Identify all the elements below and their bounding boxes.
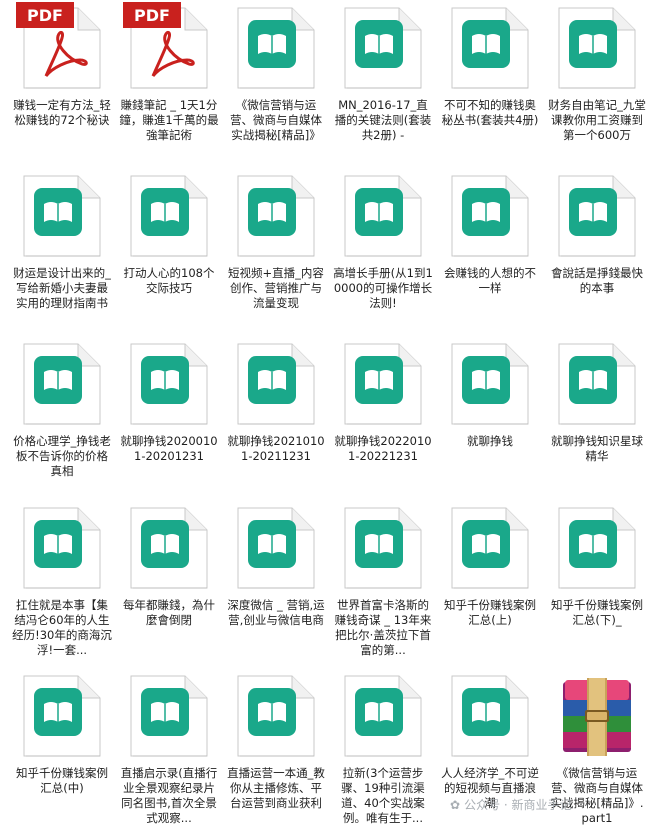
file-name: 知乎千份赚钱案例汇总(上) <box>444 598 536 627</box>
file-item[interactable]: 会赚钱的人想的不一样 <box>436 168 544 336</box>
file-item[interactable]: 不可不知的赚钱奥秘丛书(套装共4册) <box>436 0 544 168</box>
ebook-icon <box>444 502 536 592</box>
ebook-icon <box>444 2 536 92</box>
file-name: 就聊挣钱知识星球精华 <box>551 434 643 463</box>
file-item[interactable]: 就聊挣钱20220101-20221231 <box>329 336 437 504</box>
file-item[interactable]: 就聊挣钱20200101-20201231 <box>115 336 223 504</box>
file-item[interactable]: 世界首富卡洛斯的赚钱奇谋 _ 13年来把比尔·盖茨拉下首富的第... <box>329 500 437 668</box>
ebook-icon <box>551 2 643 92</box>
file-item[interactable]: 直播运营一本通_教你从主播修炼、平台运营到商业获利 <box>222 668 330 836</box>
ebook-icon <box>230 670 322 760</box>
file-item[interactable]: 高增长手册(从1到10000的可操作增长法则! <box>329 168 437 336</box>
file-name: 就聊挣钱20200101-20201231 <box>120 434 218 463</box>
file-item[interactable]: 就聊挣钱20210101-20211231 <box>222 336 330 504</box>
watermark-text: 公众号 · 新商业手记 <box>464 798 572 812</box>
ebook-icon <box>123 338 215 428</box>
file-name: 打动人心的108个交际技巧 <box>123 266 215 295</box>
file-name: 扛住就是本事【集结冯仑60年的人生经历!30年的商海沉浮!一套... <box>12 598 112 657</box>
file-item[interactable]: 就聊挣钱 <box>436 336 544 504</box>
file-name: 每年都賺錢，為什麼會倒閉 <box>123 598 215 627</box>
file-item[interactable]: 短视频+直播_内容创作、营销推广与流量变现 <box>222 168 330 336</box>
file-item[interactable]: 价格心理学_挣钱老板不告诉你的价格真相 <box>8 336 116 504</box>
ebook-icon <box>16 670 108 760</box>
ebook-icon <box>16 502 108 592</box>
ebook-icon <box>444 170 536 260</box>
file-item[interactable]: 财务自由笔记_九堂课教你用工资赚到第一个600万 <box>543 0 649 168</box>
svg-text:PDF: PDF <box>27 6 63 25</box>
file-name: 直播启示录(直播行业全景观察纪录片同名图书,首次全景式观察... <box>120 766 218 825</box>
pdf-icon: PDF <box>16 2 108 92</box>
file-name: 财运是设计出来的_写给新婚小夫妻最实用的理财指南书 <box>13 266 111 310</box>
file-item[interactable]: 打动人心的108个交际技巧 <box>115 168 223 336</box>
file-name: 知乎千份赚钱案例汇总(中) <box>16 766 108 795</box>
file-name: 价格心理学_挣钱老板不告诉你的价格真相 <box>13 434 111 478</box>
ebook-icon <box>230 170 322 260</box>
file-item[interactable]: 知乎千份赚钱案例汇总(下)_ <box>543 500 649 668</box>
file-grid: PDF 赚钱一定有方法_轻松赚钱的72个秘诀 PDF 賺錢筆記 _ 1天1分鐘，賺進1… <box>0 0 649 830</box>
file-name: 就聊挣钱20220101-20221231 <box>334 434 432 463</box>
ebook-icon <box>337 2 429 92</box>
file-name: 不可不知的赚钱奥秘丛书(套装共4册) <box>441 98 539 127</box>
file-item[interactable]: 每年都賺錢，為什麼會倒閉 <box>115 500 223 668</box>
ebook-icon <box>230 338 322 428</box>
file-item[interactable]: PDF 赚钱一定有方法_轻松赚钱的72个秘诀 <box>8 0 116 168</box>
file-item[interactable]: 《微信营销与运营、微商与自媒体实战揭秘[精品]》 <box>222 0 330 168</box>
ebook-icon <box>551 502 643 592</box>
file-item[interactable]: 就聊挣钱知识星球精华 <box>543 336 649 504</box>
ebook-icon <box>123 670 215 760</box>
file-name: 高增长手册(从1到10000的可操作增长法则! <box>333 266 433 310</box>
pdf-icon: PDF <box>123 2 215 92</box>
file-item[interactable]: 知乎千份赚钱案例汇总(中) <box>8 668 116 836</box>
ebook-icon <box>123 170 215 260</box>
file-name: 就聊挣钱 <box>467 434 513 448</box>
file-name: 拉新(3个运营步骤、19种引流渠道、40个实战案例。唯有生于... <box>341 766 425 825</box>
file-name: 世界首富卡洛斯的赚钱奇谋 _ 13年来把比尔·盖茨拉下首富的第... <box>334 598 432 657</box>
file-name: 《微信营销与运营、微商与自媒体实战揭秘[精品]》 <box>230 98 322 142</box>
file-name: 赚钱一定有方法_轻松赚钱的72个秘诀 <box>13 98 111 127</box>
file-name: 短视频+直播_内容创作、营销推广与流量变现 <box>228 266 324 310</box>
file-item[interactable]: 直播启示录(直播行业全景观察纪录片同名图书,首次全景式观察... <box>115 668 223 836</box>
file-name: 賺錢筆記 _ 1天1分鐘，賺進1千萬的最強筆記術 <box>119 98 219 142</box>
ebook-icon <box>337 170 429 260</box>
file-item[interactable]: PDF 賺錢筆記 _ 1天1分鐘，賺進1千萬的最強筆記術 <box>115 0 223 168</box>
file-name: 會說話是掙錢最快的本事 <box>551 266 643 295</box>
ebook-icon <box>123 502 215 592</box>
file-name: 财务自由笔记_九堂课教你用工资赚到第一个600万 <box>548 98 646 142</box>
ebook-icon <box>16 338 108 428</box>
ebook-icon <box>337 502 429 592</box>
file-item[interactable]: 會說話是掙錢最快的本事 <box>543 168 649 336</box>
file-name: 会赚钱的人想的不一样 <box>444 266 536 295</box>
file-item[interactable]: 深度微信 _ 营销,运营,创业与微信电商 <box>222 500 330 668</box>
ebook-icon <box>337 338 429 428</box>
file-item[interactable]: 知乎千份赚钱案例汇总(上) <box>436 500 544 668</box>
ebook-icon <box>337 670 429 760</box>
file-item[interactable]: 扛住就是本事【集结冯仑60年的人生经历!30年的商海沉浮!一套... <box>8 500 116 668</box>
wechat-icon: ✿ <box>450 797 461 812</box>
ebook-icon <box>551 338 643 428</box>
file-item[interactable]: MN_2016-17_直播的关键法则(套装共2册) - <box>329 0 437 168</box>
ebook-icon <box>16 170 108 260</box>
file-name: 知乎千份赚钱案例汇总(下)_ <box>551 598 643 627</box>
svg-text:PDF: PDF <box>134 6 170 25</box>
watermark: ✿ 公众号 · 新商业手记 <box>450 796 572 813</box>
winrar-archive-icon <box>551 670 643 760</box>
ebook-icon <box>230 2 322 92</box>
ebook-icon <box>230 502 322 592</box>
file-name: 直播运营一本通_教你从主播修炼、平台运营到商业获利 <box>227 766 325 810</box>
file-item[interactable]: 拉新(3个运营步骤、19种引流渠道、40个实战案例。唯有生于... <box>329 668 437 836</box>
file-name: 深度微信 _ 营销,运营,创业与微信电商 <box>227 598 325 627</box>
ebook-icon <box>444 338 536 428</box>
file-name: 就聊挣钱20210101-20211231 <box>227 434 325 463</box>
ebook-icon <box>444 670 536 760</box>
file-name: MN_2016-17_直播的关键法则(套装共2册) - <box>334 98 432 142</box>
ebook-icon <box>551 170 643 260</box>
file-item[interactable]: 财运是设计出来的_写给新婚小夫妻最实用的理财指南书 <box>8 168 116 336</box>
